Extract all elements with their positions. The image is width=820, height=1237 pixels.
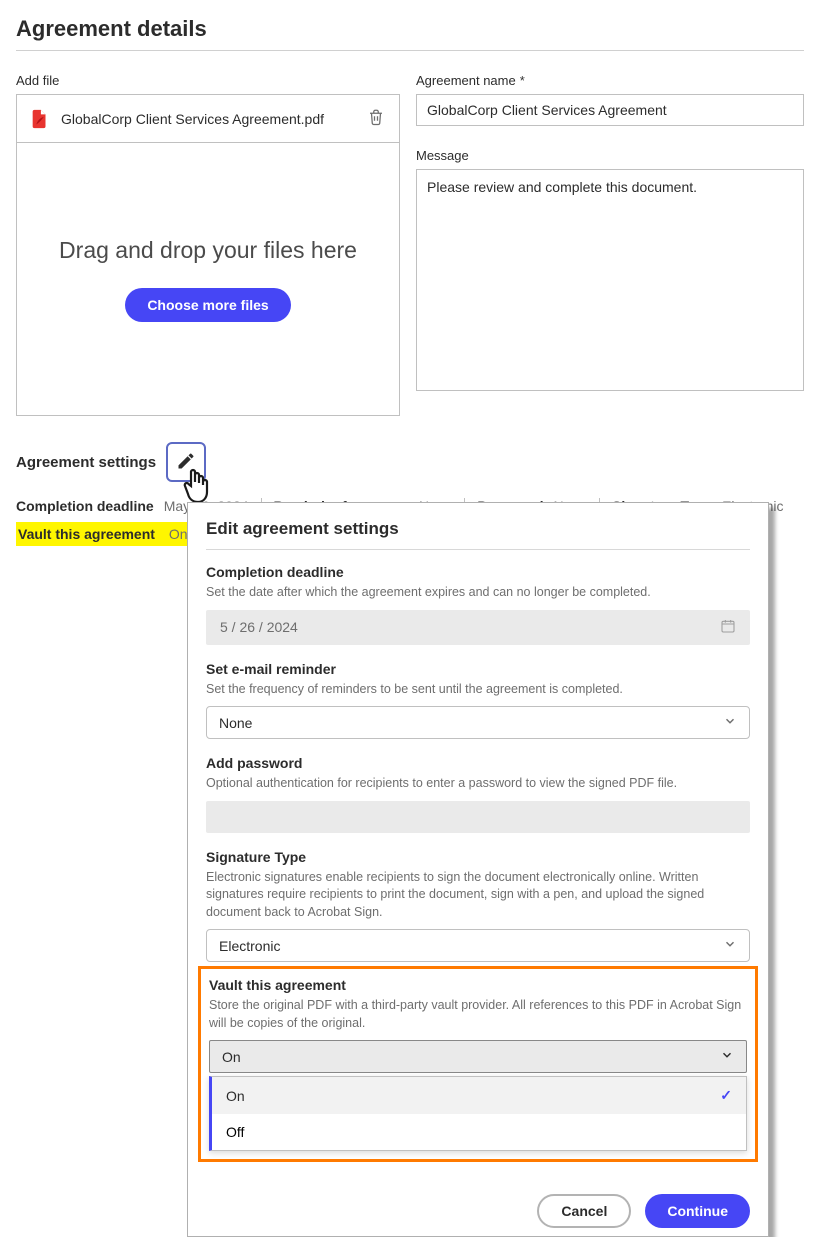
email-reminder-title: Set e-mail reminder [206, 661, 750, 677]
email-reminder-select[interactable]: None [206, 706, 750, 739]
completion-deadline-field[interactable]: 5 / 26 / 2024 [206, 610, 750, 645]
agreement-name-label: Agreement name* [416, 73, 804, 88]
vault-option-on[interactable]: On ✓ [212, 1077, 746, 1114]
trash-icon [367, 115, 385, 130]
modal-title: Edit agreement settings [206, 519, 750, 539]
completion-deadline-label: Completion deadline [16, 498, 154, 514]
pencil-icon [176, 451, 196, 474]
cancel-button[interactable]: Cancel [537, 1194, 631, 1228]
drop-zone-text: Drag and drop your files here [59, 237, 357, 264]
message-label: Message [416, 148, 804, 163]
add-file-label: Add file [16, 73, 400, 88]
add-password-title: Add password [206, 755, 750, 771]
required-star-icon: * [520, 73, 525, 88]
signature-type-title: Signature Type [206, 849, 750, 865]
edit-agreement-settings-modal: Edit agreement settings Completion deadl… [187, 502, 769, 1237]
pdf-icon [29, 108, 51, 130]
attached-file-row: GlobalCorp Client Services Agreement.pdf [16, 94, 400, 143]
completion-deadline-help: Set the date after which the agreement e… [206, 584, 750, 602]
chevron-down-icon [720, 1048, 734, 1065]
title-divider [16, 50, 804, 51]
vault-value: On [169, 526, 188, 542]
add-password-help: Optional authentication for recipients t… [206, 775, 750, 793]
calendar-icon [720, 618, 736, 637]
file-name: GlobalCorp Client Services Agreement.pdf [61, 111, 355, 127]
check-icon: ✓ [720, 1087, 732, 1104]
message-textarea[interactable]: Please review and complete this document… [416, 169, 804, 391]
vault-title: Vault this agreement [209, 977, 747, 993]
password-field[interactable] [206, 801, 750, 833]
delete-file-button[interactable] [365, 105, 387, 132]
page-title: Agreement details [16, 16, 804, 42]
signature-type-select[interactable]: Electronic [206, 929, 750, 962]
email-reminder-help: Set the frequency of reminders to be sen… [206, 681, 750, 699]
agreement-name-input[interactable] [416, 94, 804, 126]
file-drop-zone[interactable]: Drag and drop your files here Choose mor… [16, 143, 400, 416]
choose-more-files-button[interactable]: Choose more files [125, 288, 290, 322]
continue-button[interactable]: Continue [645, 1194, 750, 1228]
chevron-down-icon [723, 937, 737, 954]
vault-highlight: Vault this agreement On [16, 522, 194, 546]
edit-settings-button[interactable] [166, 442, 206, 482]
signature-type-help: Electronic signatures enable recipients … [206, 869, 750, 922]
vault-label: Vault this agreement [18, 526, 155, 542]
agreement-settings-title: Agreement settings [16, 454, 156, 471]
vault-option-off[interactable]: Off [212, 1114, 746, 1150]
chevron-down-icon [723, 714, 737, 731]
vault-section-highlight: Vault this agreement Store the original … [198, 966, 758, 1162]
vault-dropdown: On ✓ Off [209, 1076, 747, 1151]
vault-select[interactable]: On [209, 1040, 747, 1073]
vault-help: Store the original PDF with a third-part… [209, 997, 747, 1032]
completion-deadline-title: Completion deadline [206, 564, 750, 580]
